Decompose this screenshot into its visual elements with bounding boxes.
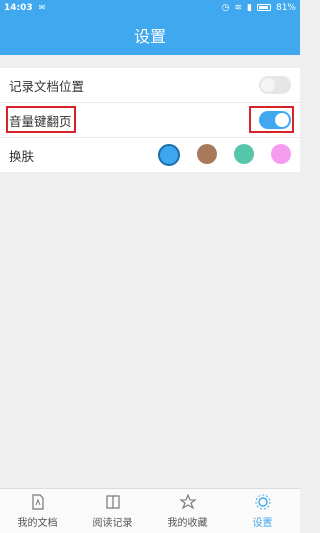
notification-icon: ✉ (38, 3, 46, 12)
status-right: ◷ ≋ ▮ 81% (222, 3, 296, 13)
setting-remember-position: 记录文档位置 (0, 68, 300, 103)
skin-label: 换肤 (9, 148, 35, 164)
tab-label: 设置 (252, 518, 273, 529)
page-title: 设置 (133, 27, 166, 46)
wifi-icon: ≋ (234, 2, 243, 13)
annotation-box-label (6, 106, 76, 133)
tab-label: 我的收藏 (167, 518, 208, 529)
annotation-box-toggle (249, 106, 294, 133)
signal-icon: ▮ (247, 2, 252, 13)
bottom-tab-bar: 我的文档 阅读记录 我的收藏 设置 (0, 488, 300, 533)
setting-skin: 换肤 (0, 138, 300, 173)
remember-position-label: 记录文档位置 (9, 78, 85, 94)
skin-swatch-blue[interactable] (158, 144, 180, 166)
tab-settings[interactable]: 设置 (225, 489, 300, 533)
book-icon (105, 495, 120, 509)
toggle-knob (261, 78, 275, 92)
battery-level: 81% (275, 2, 296, 13)
skin-swatch-teal[interactable] (234, 144, 254, 164)
title-bar: 设置 (0, 15, 300, 55)
alarm-icon: ◷ (221, 2, 230, 13)
document-icon (31, 494, 44, 510)
status-time: 14:03 (4, 2, 33, 13)
star-icon (178, 493, 197, 510)
battery-icon (256, 4, 271, 11)
skin-swatch-brown[interactable] (197, 144, 217, 164)
status-bar: 14:03 ✉ ◷ ≋ ▮ 81% (0, 0, 300, 15)
tab-my-favorites[interactable]: 我的收藏 (150, 489, 225, 533)
skin-swatch-pink[interactable] (271, 144, 291, 164)
gear-icon (255, 494, 270, 510)
skin-swatches (141, 144, 291, 166)
tab-label: 阅读记录 (92, 518, 133, 529)
tab-my-documents[interactable]: 我的文档 (0, 489, 75, 533)
tab-reading-history[interactable]: 阅读记录 (75, 489, 150, 533)
remember-position-toggle[interactable] (259, 76, 291, 94)
tab-label: 我的文档 (17, 518, 58, 529)
